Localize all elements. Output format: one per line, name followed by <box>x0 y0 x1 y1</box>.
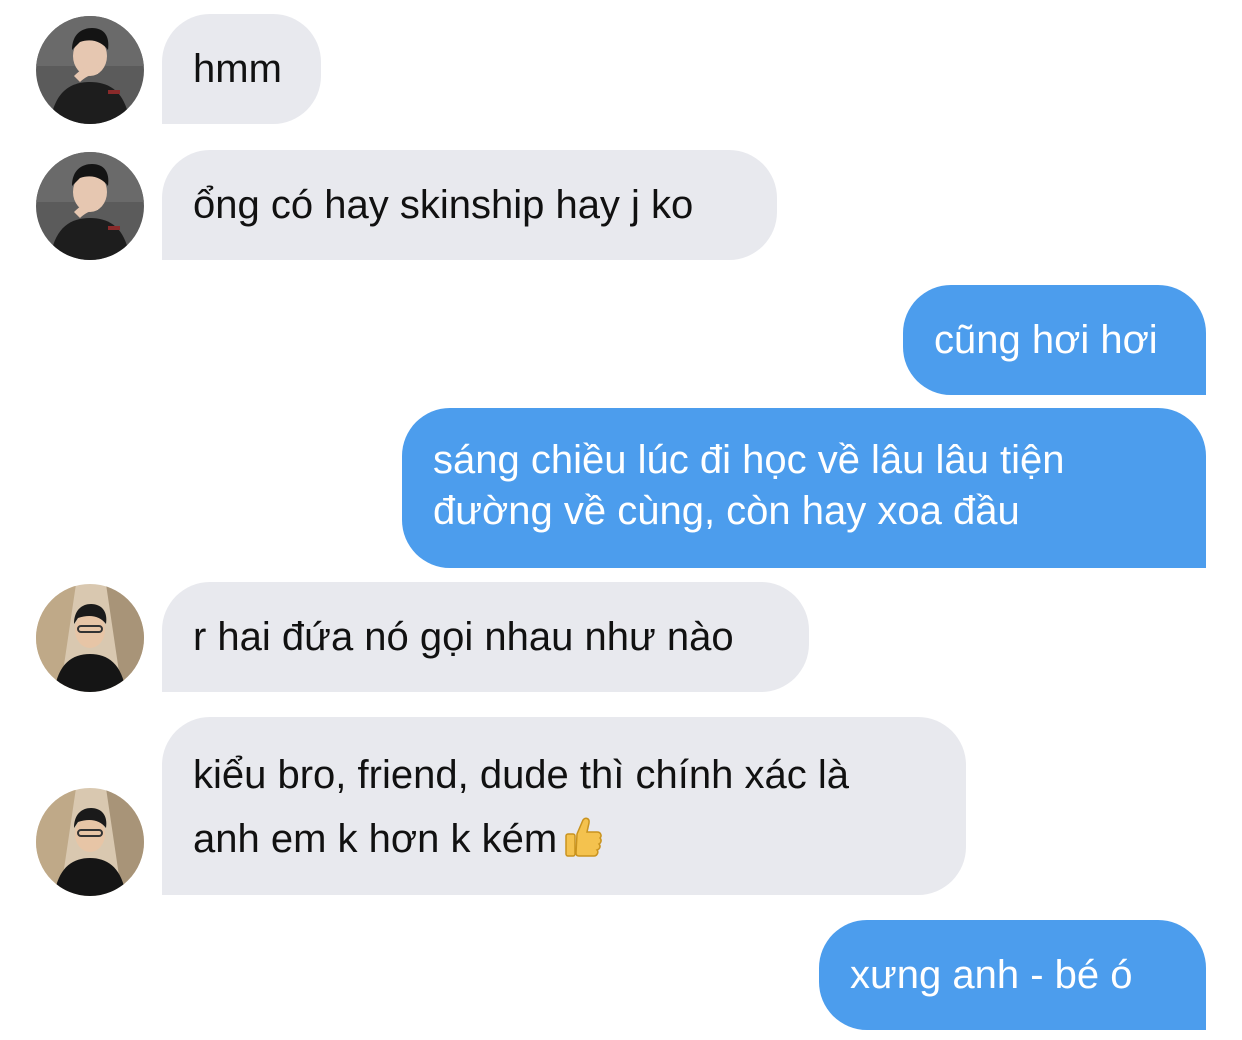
message-text-line: sáng chiều lúc đi học về lâu lâu tiện <box>433 438 1065 482</box>
message-bubble-incoming[interactable]: r hai đứa nó gọi nhau như nào <box>162 582 809 692</box>
message-text-line-with-emoji: anh em k hơn k kém <box>193 807 966 871</box>
avatar-photo-b <box>36 584 144 692</box>
avatar[interactable] <box>36 16 144 124</box>
avatar-photo-a <box>36 16 144 124</box>
message-bubble-incoming[interactable]: ổng có hay skinship hay j ko <box>162 150 777 260</box>
avatar-photo-a <box>36 152 144 260</box>
message-bubble-outgoing[interactable]: cũng hơi hơi <box>903 285 1206 395</box>
message-bubble-incoming[interactable]: kiểu bro, friend, dude thì chính xác là … <box>162 717 966 895</box>
thumbs-up-icon <box>563 815 603 859</box>
message-bubble-outgoing[interactable]: sáng chiều lúc đi học về lâu lâu tiện đư… <box>402 408 1206 568</box>
message-text: ổng có hay skinship hay j ko <box>193 183 694 227</box>
avatar[interactable] <box>36 152 144 260</box>
message-text: xưng anh - bé ó <box>850 953 1133 997</box>
message-bubble-incoming[interactable]: hmm <box>162 14 321 124</box>
avatar[interactable] <box>36 788 144 896</box>
message-text-line: đường về cùng, còn hay xoa đầu <box>433 489 1020 533</box>
message-text: cũng hơi hơi <box>934 318 1158 362</box>
message-text: hmm <box>193 47 282 91</box>
message-text-line: anh em k hơn k kém <box>193 817 558 861</box>
message-bubble-outgoing[interactable]: xưng anh - bé ó <box>819 920 1206 1030</box>
message-text-line: kiểu bro, friend, dude thì chính xác là <box>193 753 849 797</box>
avatar-photo-b <box>36 788 144 896</box>
message-text: r hai đứa nó gọi nhau như nào <box>193 615 734 659</box>
avatar[interactable] <box>36 584 144 692</box>
